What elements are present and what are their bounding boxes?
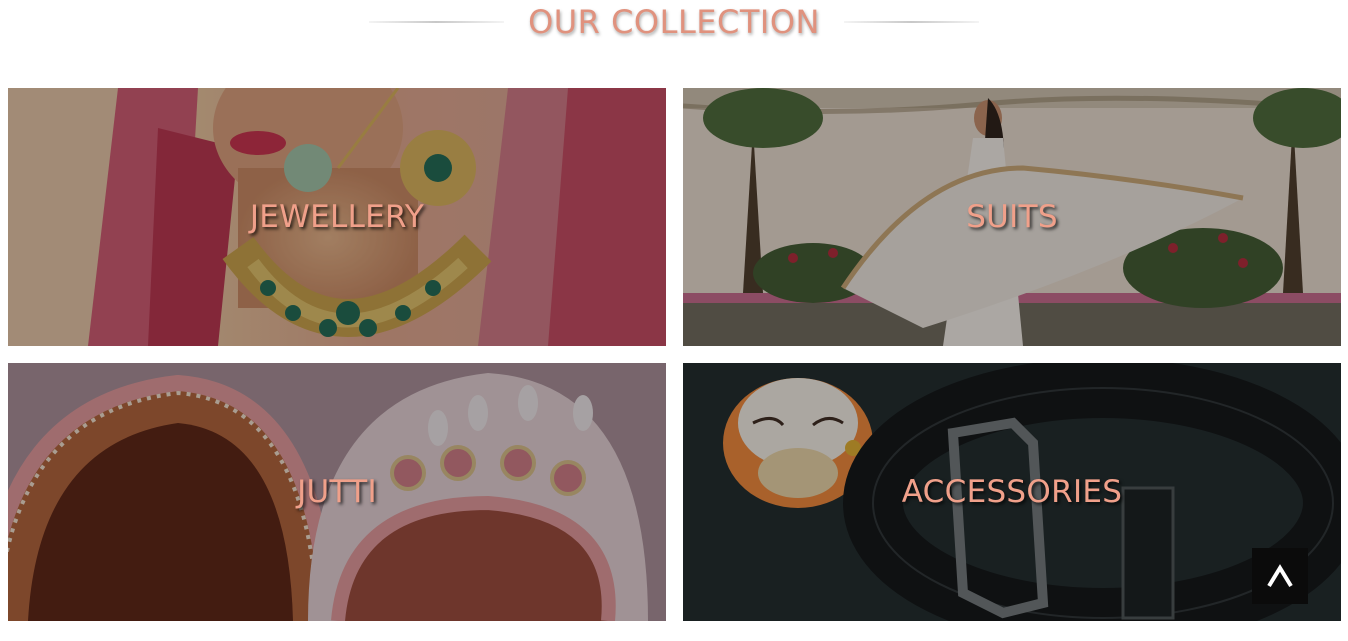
- tile-label-suits: SUITS: [966, 199, 1058, 235]
- caret-up-icon: [1267, 564, 1293, 588]
- collection-tile-accessories[interactable]: ACCESSORIES: [683, 363, 1341, 621]
- tile-label-jewellery: JEWELLERY: [249, 199, 425, 235]
- tile-label-accessories: ACCESSORIES: [901, 474, 1123, 510]
- back-to-top-button[interactable]: [1252, 548, 1308, 604]
- section-title: OUR COLLECTION: [528, 3, 820, 41]
- collection-tile-jewellery[interactable]: JEWELLERY: [8, 88, 666, 346]
- tile-label-jutti: JUTTI: [297, 474, 377, 510]
- header-divider-right: [843, 21, 979, 23]
- collection-header: OUR COLLECTION: [0, 0, 1348, 44]
- collection-tile-jutti[interactable]: JUTTI: [8, 363, 666, 621]
- collection-tile-suits[interactable]: SUITS: [683, 88, 1341, 346]
- header-divider-left: [369, 21, 505, 23]
